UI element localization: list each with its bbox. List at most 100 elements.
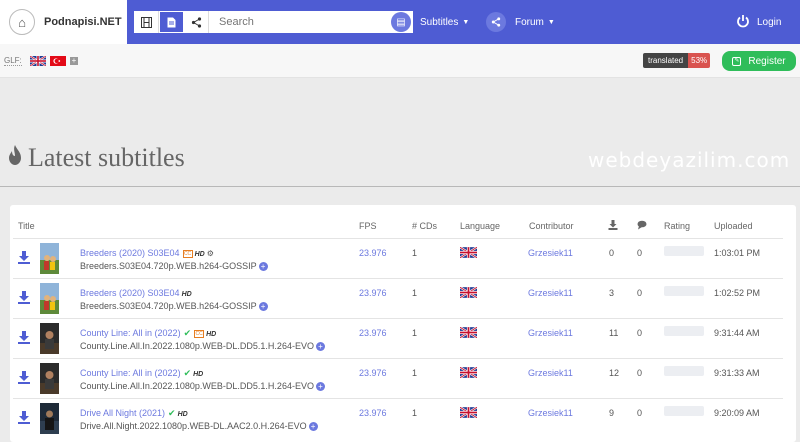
fps-value: 23.976 — [359, 368, 387, 378]
plus-circle-icon[interactable]: + — [258, 262, 268, 272]
turkey-flag-icon[interactable] — [50, 56, 66, 66]
subtitle-title-link[interactable]: County Line: All in (2022) — [80, 368, 181, 378]
uploaded-time: 9:31:44 AM — [714, 328, 760, 338]
uk-flag-icon — [460, 367, 477, 378]
release-name-line: County.Line.All.In.2022.1080p.WEB-DL.DD5… — [80, 341, 325, 352]
subtitle-title-link[interactable]: Drive All Night (2021) — [80, 408, 165, 418]
download-icon[interactable] — [18, 291, 30, 305]
download-icon[interactable] — [18, 331, 30, 345]
download-icon[interactable] — [18, 371, 30, 385]
poster-thumbnail[interactable] — [40, 243, 59, 274]
download-icon[interactable] — [18, 251, 30, 265]
rating-bar — [664, 406, 704, 416]
title-divider — [0, 186, 800, 187]
nav-subtitles[interactable]: ▤ Subtitles ▼ — [391, 12, 469, 32]
table-row: Drive All Night (2021) ✔ HD Drive.All.Nigh… — [13, 398, 783, 438]
header-uploaded[interactable]: Uploaded — [714, 221, 753, 231]
table-row: Breeders (2020) S03E04 CC HD ⚙ Breeders.S03… — [13, 238, 783, 278]
subtitle-title-link[interactable]: Breeders (2020) S03E04 — [80, 288, 180, 298]
hd-badge: HD — [177, 411, 188, 418]
header-cds[interactable]: # CDs — [412, 221, 437, 231]
comments-count: 0 — [637, 288, 643, 298]
register-button[interactable]: ✎ Register — [722, 51, 796, 71]
contributor-link[interactable]: Grzesiek11 — [528, 288, 573, 298]
contributor-link[interactable]: Grzesiek11 — [528, 328, 573, 338]
rating-bar — [664, 286, 704, 296]
nav-login[interactable]: Login — [736, 12, 781, 32]
brand-name: Podnapisi.NET — [44, 16, 122, 28]
contributor-link[interactable]: Grzesiek11 — [528, 368, 573, 378]
downloads-count: 3 — [609, 288, 615, 298]
check-icon: ✔ — [183, 328, 192, 338]
fps-value: 23.976 — [359, 248, 387, 258]
rating-bar — [664, 326, 704, 336]
contributor-link[interactable]: Grzesiek11 — [528, 248, 573, 258]
download-icon[interactable] — [18, 411, 30, 425]
hd-badge: HD — [181, 291, 192, 298]
search-input[interactable] — [209, 11, 391, 33]
poster-thumbnail[interactable] — [40, 323, 59, 354]
subtitle-title-line: Drive All Night (2021) ✔ HD — [80, 408, 188, 419]
subtitle-title-link[interactable]: County Line: All in (2022) — [80, 328, 181, 338]
hearing-impaired-icon: CC — [182, 249, 193, 258]
fire-icon — [8, 144, 22, 172]
uk-flag-icon — [460, 407, 477, 418]
share-icon[interactable] — [184, 11, 209, 33]
page-title: Latest subtitles — [8, 143, 185, 173]
release-name: County.Line.All.In.2022.1080p.WEB-DL.DD5… — [80, 381, 314, 391]
subtitle-title-line: Breeders (2020) S03E04 CC HD ⚙ — [80, 248, 214, 258]
film-icon[interactable] — [134, 11, 159, 33]
header-title[interactable]: Title — [18, 221, 35, 231]
hd-badge: HD — [194, 251, 205, 258]
plus-circle-icon[interactable]: + — [315, 382, 325, 392]
edit-icon: ✎ — [732, 56, 742, 66]
release-name: Drive.All.Night.2022.1080p.WEB-DL.AAC2.0… — [80, 421, 307, 431]
subtitle-title-line: County Line: All in (2022) ✔ HD — [80, 368, 203, 379]
poster-thumbnail[interactable] — [40, 403, 59, 434]
release-name: Breeders.S03E04.720p.WEB.h264-GOSSIP — [80, 261, 257, 271]
hd-badge: HD — [206, 331, 217, 338]
plus-circle-icon[interactable]: + — [315, 342, 325, 352]
brand[interactable]: ⌂ Podnapisi.NET — [0, 0, 127, 44]
header-fps[interactable]: FPS — [359, 221, 377, 231]
nav-forum-label: Forum — [515, 16, 544, 28]
downloads-count: 9 — [609, 408, 615, 418]
header-rating[interactable]: Rating — [664, 221, 690, 231]
translated-badge: translated 53% — [643, 53, 711, 68]
gears-icon: ⚙ — [206, 249, 214, 258]
translated-label: translated — [643, 53, 689, 68]
nav-login-label: Login — [757, 16, 782, 28]
nav-subtitles-label: Subtitles — [420, 16, 459, 28]
header-language[interactable]: Language — [460, 221, 500, 231]
uk-flag-icon[interactable] — [30, 56, 46, 66]
uploaded-time: 9:31:33 AM — [714, 368, 760, 378]
home-icon: ⌂ — [9, 9, 35, 35]
cds-value: 1 — [412, 368, 418, 378]
uploaded-time: 1:03:01 PM — [714, 248, 761, 258]
subtitle-title-link[interactable]: Breeders (2020) S03E04 — [80, 248, 180, 258]
subtitle-title-line: County Line: All in (2022) ✔ CC HD — [80, 328, 216, 339]
chevron-down-icon: ▼ — [462, 18, 470, 26]
search-group — [134, 11, 413, 33]
add-language-button[interactable]: + — [70, 57, 78, 65]
comment-icon[interactable] — [637, 220, 648, 232]
download-icon[interactable] — [608, 220, 618, 232]
glf-label[interactable]: GLF: — [4, 56, 22, 66]
plus-circle-icon[interactable]: + — [258, 302, 268, 312]
check-icon: ✔ — [183, 368, 192, 378]
header-contributor[interactable]: Contributor — [529, 221, 574, 231]
plus-circle-icon[interactable]: + — [308, 422, 318, 432]
nav-forum[interactable]: Forum ▼ — [486, 12, 555, 32]
release-name-line: Drive.All.Night.2022.1080p.WEB-DL.AAC2.0… — [80, 421, 318, 432]
poster-thumbnail[interactable] — [40, 283, 59, 314]
poster-thumbnail[interactable] — [40, 363, 59, 394]
fps-value: 23.976 — [359, 328, 387, 338]
table-row: County Line: All in (2022) ✔ CC HD County.L… — [13, 318, 783, 358]
cds-value: 1 — [412, 248, 418, 258]
contributor-link[interactable]: Grzesiek11 — [528, 408, 573, 418]
cds-value: 1 — [412, 408, 418, 418]
document-icon[interactable] — [159, 11, 184, 33]
uk-flag-icon — [460, 327, 477, 338]
top-navbar: ⌂ Podnapisi.NET ▤ Subtitles ▼ Forum ▼ L — [0, 0, 800, 44]
uk-flag-icon — [460, 287, 477, 298]
